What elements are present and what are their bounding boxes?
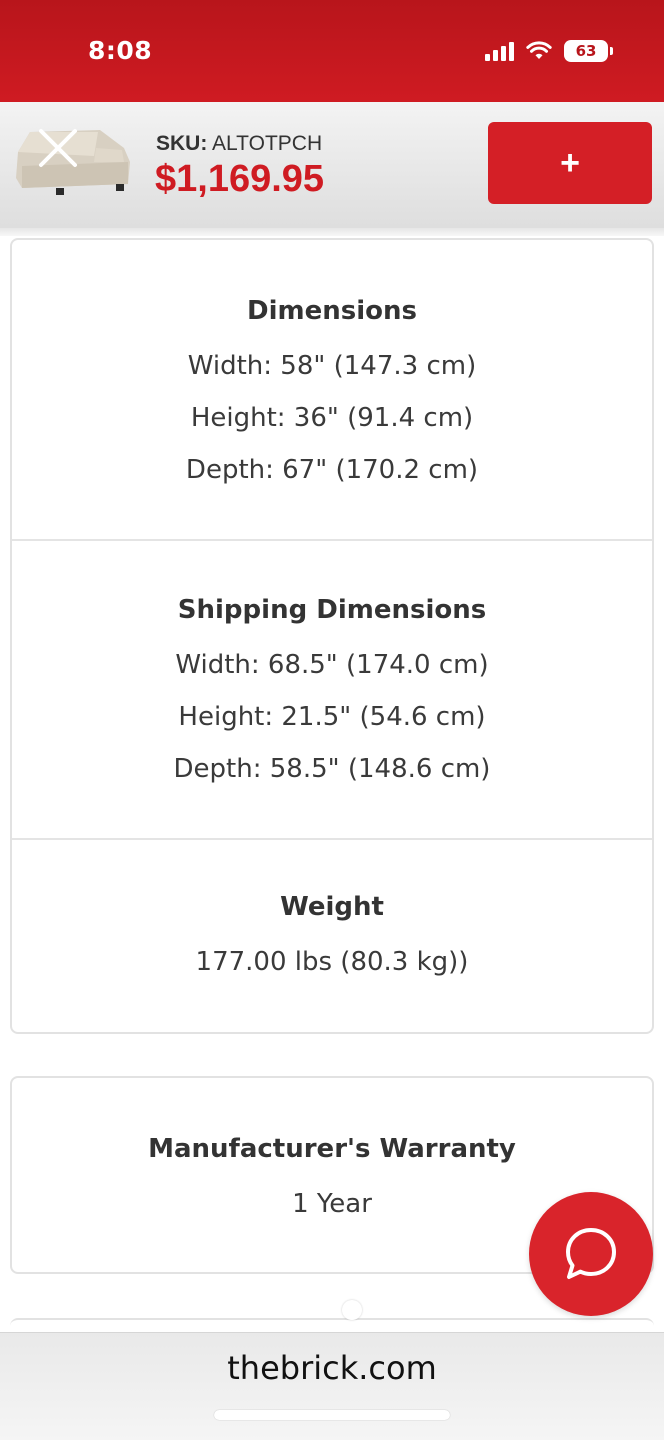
shipping-dimensions-section: Shipping Dimensions Width: 68.5" (174.0 … xyxy=(12,539,652,838)
status-bar: 8:08 63 xyxy=(0,0,664,102)
chat-bubble-icon xyxy=(566,1228,616,1279)
dimension-height: Height: 36" (91.4 cm) xyxy=(190,403,474,433)
shipping-dimensions-title: Shipping Dimensions xyxy=(177,595,487,625)
wifi-icon xyxy=(526,41,552,59)
sku-label: SKU: xyxy=(156,132,208,155)
plus-icon: + xyxy=(560,143,580,182)
battery-icon: 63 xyxy=(564,40,613,62)
shipping-width: Width: 68.5" (174.0 cm) xyxy=(175,650,489,680)
chat-button[interactable] xyxy=(529,1192,653,1316)
dimension-depth: Depth: 67" (170.2 cm) xyxy=(185,455,479,485)
signal-icon xyxy=(485,41,514,61)
home-indicator[interactable] xyxy=(214,1410,450,1420)
sku-value: ALTOTPCH xyxy=(212,132,323,155)
header-shadow xyxy=(0,228,664,236)
product-sticky-header: SKU: ALTOTPCH $1,169.95 + xyxy=(0,102,664,228)
url-text[interactable]: thebrick.com xyxy=(0,1349,664,1387)
weight-value: 177.00 lbs (80.3 kg)) xyxy=(195,947,469,977)
dimensions-section: Dimensions Width: 58" (147.3 cm) Height:… xyxy=(12,240,652,539)
close-icon[interactable] xyxy=(36,126,80,170)
status-time: 8:08 xyxy=(88,36,153,65)
dimensions-title: Dimensions xyxy=(247,296,417,326)
status-icons: 63 xyxy=(485,38,613,64)
shipping-height: Height: 21.5" (54.6 cm) xyxy=(178,702,486,732)
product-price: $1,169.95 xyxy=(155,158,325,200)
dimension-width: Width: 58" (147.3 cm) xyxy=(187,351,477,381)
browser-url-bar[interactable]: thebrick.com xyxy=(0,1332,664,1440)
specifications-card: Dimensions Width: 58" (147.3 cm) Height:… xyxy=(10,238,654,1034)
sku-line: SKU: ALTOTPCH xyxy=(156,132,322,156)
add-to-cart-button[interactable]: + xyxy=(488,122,652,204)
scroll-indicator-dot xyxy=(342,1300,362,1320)
shipping-depth: Depth: 58.5" (148.6 cm) xyxy=(173,754,491,784)
weight-section: Weight 177.00 lbs (80.3 kg)) xyxy=(12,838,652,1034)
warranty-title: Manufacturer's Warranty xyxy=(148,1134,516,1164)
weight-title: Weight xyxy=(280,892,384,922)
